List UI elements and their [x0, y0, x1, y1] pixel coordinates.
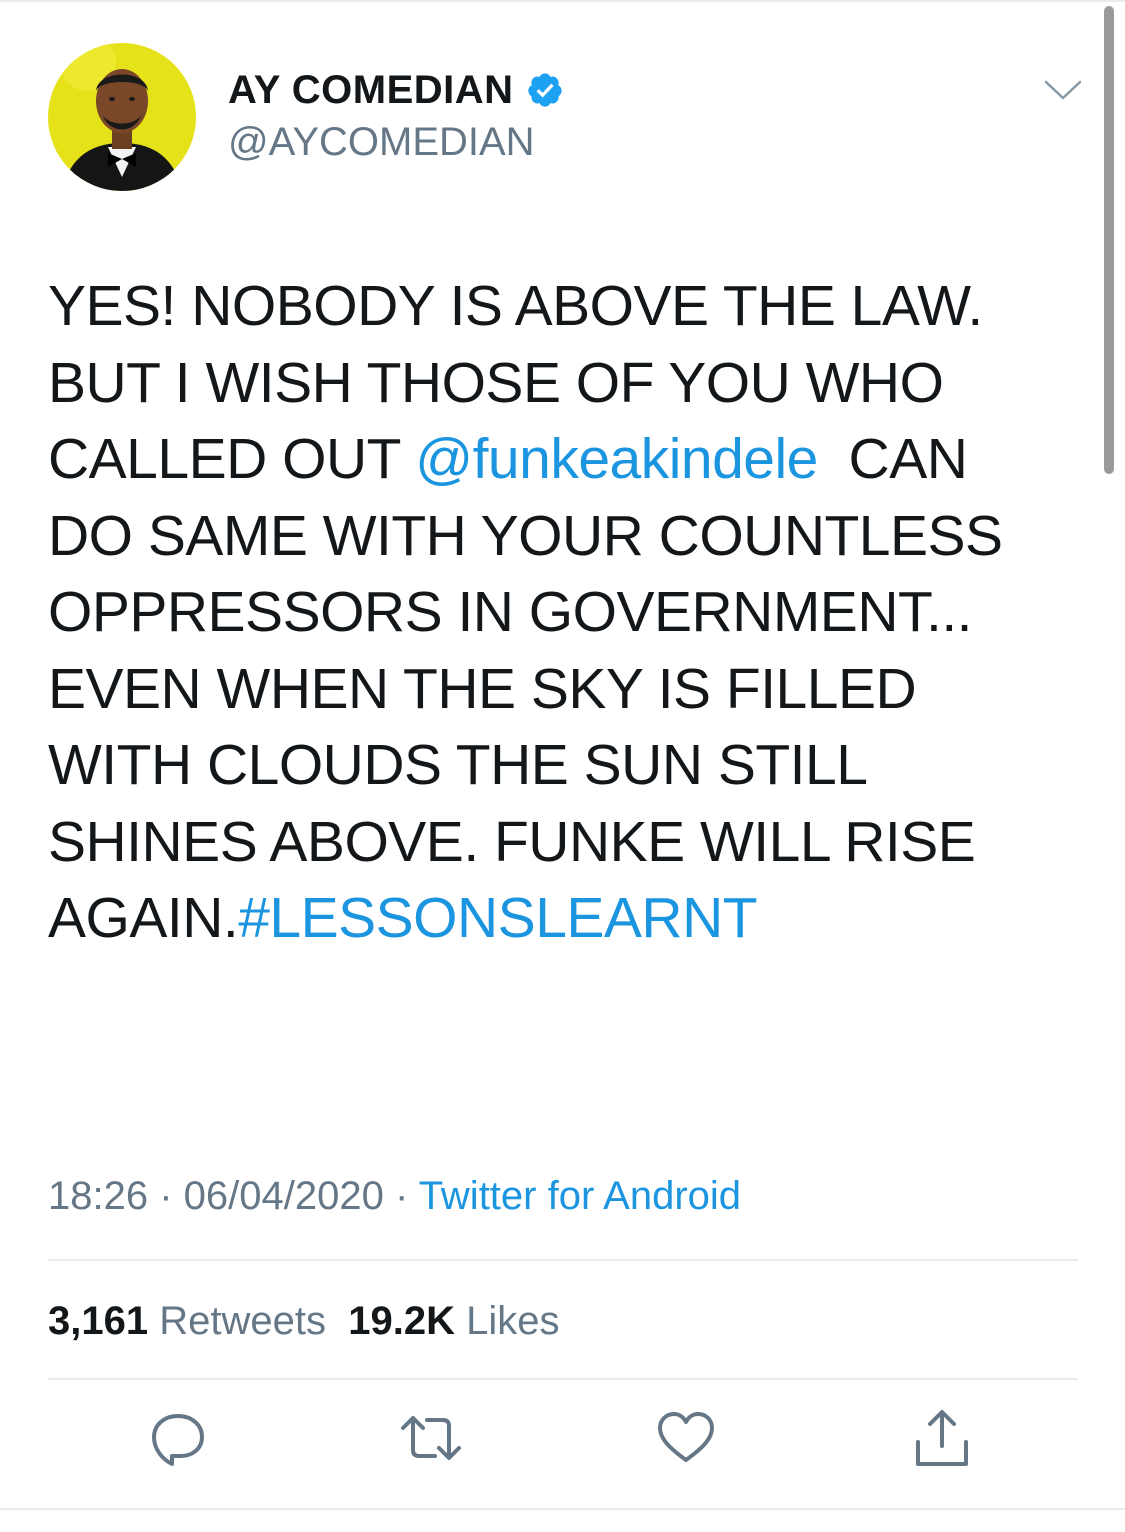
tweet-text-segment: SHINES ABOVE. FUNKE WILL RISE — [48, 809, 976, 874]
tweet-line: DO SAME WITH YOUR COUNTLESS — [48, 498, 1088, 575]
retweet-button[interactable] — [399, 1410, 463, 1470]
tweet-line: YES! NOBODY IS ABOVE THE LAW. — [48, 268, 1088, 345]
chevron-down-icon[interactable] — [1043, 78, 1083, 102]
likes-count: 19.2K — [348, 1299, 455, 1343]
mention-link[interactable]: @funkeakindele — [415, 427, 818, 491]
reply-icon — [148, 1408, 208, 1473]
tweet-meta: 18:26 · 06/04/2020 · Twitter for Android — [48, 1168, 741, 1224]
share-icon — [912, 1408, 972, 1473]
meta-separator: · — [148, 1174, 184, 1218]
heart-icon — [656, 1408, 716, 1473]
tweet-line: OPPRESSORS IN GOVERNMENT... — [48, 574, 1088, 651]
like-button[interactable] — [654, 1410, 718, 1470]
tweet-text-segment: AGAIN. — [48, 886, 239, 950]
bottom-divider — [0, 1508, 1125, 1510]
tweet-time[interactable]: 18:26 — [48, 1174, 148, 1218]
scrollbar[interactable] — [1104, 6, 1114, 474]
divider — [48, 1378, 1078, 1380]
tweet-text-segment: EVEN WHEN THE SKY IS FILLED — [48, 656, 917, 721]
top-divider — [0, 0, 1125, 2]
retweet-icon — [399, 1408, 463, 1473]
tweet-text-segment: WITH CLOUDS THE SUN STILL — [48, 733, 868, 797]
display-name-row[interactable]: AY COMEDIAN — [228, 62, 564, 118]
meta-separator: · — [383, 1174, 419, 1218]
likes-stat[interactable]: 19.2K Likes — [348, 1299, 559, 1343]
verified-badge-icon — [526, 71, 564, 109]
tweet-text-segment: OPPRESSORS IN GOVERNMENT... — [48, 580, 973, 644]
retweets-label: Retweets — [159, 1299, 326, 1343]
tweet-line: CALLED OUT @funkeakindele CAN — [48, 421, 1088, 498]
reply-button[interactable] — [146, 1410, 210, 1470]
tweet-text-segment: DO SAME WITH YOUR COUNTLESS — [48, 503, 1003, 568]
tweet-line: AGAIN.#LESSONSLEARNT — [48, 880, 1088, 957]
divider — [48, 1259, 1078, 1261]
retweets-count: 3,161 — [48, 1299, 149, 1343]
tweet-source-link[interactable]: Twitter for Android — [419, 1174, 741, 1218]
tweet-text-segment: CALLED OUT — [48, 427, 416, 491]
tweet-text: YES! NOBODY IS ABOVE THE LAW. BUT I WISH … — [48, 268, 1088, 957]
tweet-date[interactable]: 06/04/2020 — [184, 1174, 384, 1218]
tweet-line: WITH CLOUDS THE SUN STILL — [48, 727, 1088, 804]
retweets-stat[interactable]: 3,161 Retweets — [48, 1299, 326, 1343]
share-button[interactable] — [910, 1408, 974, 1473]
tweet-line: EVEN WHEN THE SKY IS FILLED — [48, 651, 1088, 728]
tweet-stats: 3,161 Retweets 19.2K Likes — [48, 1293, 559, 1349]
tweet-text-segment: CAN — [817, 427, 968, 491]
tweet-line: BUT I WISH THOSE OF YOU WHO — [48, 345, 1088, 422]
tweet-line: SHINES ABOVE. FUNKE WILL RISE — [48, 804, 1088, 881]
tweet-text-segment: BUT I WISH THOSE OF YOU WHO — [48, 350, 944, 415]
tweet-text-segment: YES! NOBODY IS ABOVE THE LAW. — [48, 274, 983, 338]
tweet-actions — [0, 1408, 1125, 1473]
user-handle[interactable]: @AYCOMEDIAN — [228, 114, 535, 170]
avatar[interactable] — [48, 43, 196, 191]
display-name[interactable]: AY COMEDIAN — [228, 62, 514, 118]
hashtag-link[interactable]: #LESSONSLEARNT — [238, 886, 757, 950]
likes-label: Likes — [466, 1299, 560, 1343]
